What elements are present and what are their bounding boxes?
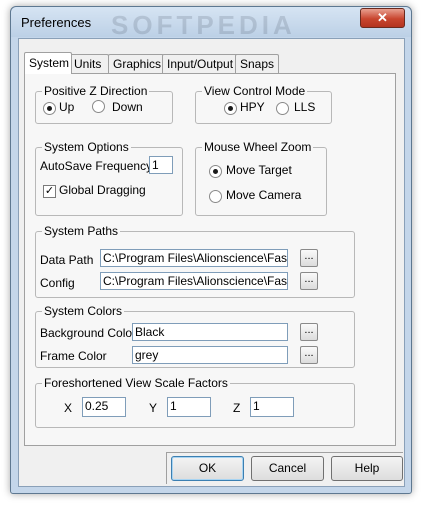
mouse-wheel-group: Mouse Wheel Zoom Move Target Move Camera xyxy=(195,140,327,216)
system-colors-group: System Colors Background Color Black ...… xyxy=(35,304,355,368)
z-up-label: Up xyxy=(59,100,75,114)
data-path-browse-button[interactable]: ... xyxy=(300,249,318,267)
tab-input-output[interactable]: Input/Output xyxy=(162,54,238,73)
dialog-client: System Units Graphics Input/Output Snaps… xyxy=(18,38,405,487)
autosave-label: AutoSave Frequency xyxy=(40,159,153,173)
move-target-radio[interactable] xyxy=(209,165,222,178)
help-button[interactable]: Help xyxy=(331,456,403,481)
system-paths-title: System Paths xyxy=(42,224,121,238)
close-icon: ✕ xyxy=(377,10,388,25)
system-tab-panel: Positive Z Direction Up Down View Contro… xyxy=(24,73,396,446)
config-browse-button[interactable]: ... xyxy=(300,272,318,290)
lls-label: LLS xyxy=(294,100,316,114)
system-options-title: System Options xyxy=(42,140,131,154)
cancel-button[interactable]: Cancel xyxy=(251,456,324,481)
move-camera-label: Move Camera xyxy=(226,188,302,202)
background-color-input[interactable]: Black xyxy=(132,323,288,341)
system-colors-title: System Colors xyxy=(42,304,125,318)
tab-system[interactable]: System xyxy=(24,52,72,74)
tab-units[interactable]: Units xyxy=(69,54,109,73)
view-control-group: View Control Mode HPY LLS xyxy=(195,84,332,124)
view-control-title: View Control Mode xyxy=(202,84,308,98)
watermark-text: SOFTPEDIA xyxy=(111,10,296,40)
tab-snaps[interactable]: Snaps xyxy=(235,54,279,73)
scale-y-input[interactable]: 1 xyxy=(167,397,211,417)
system-paths-group: System Paths Data Path C:\Program Files\… xyxy=(35,224,355,298)
scale-y-label: Y xyxy=(149,401,158,415)
hpy-radio[interactable] xyxy=(224,102,237,115)
global-dragging-label: Global Dragging xyxy=(59,183,146,197)
preferences-window: SOFTPEDIA Preferences ✕ System Units Gra… xyxy=(10,6,412,494)
move-camera-radio[interactable] xyxy=(209,190,222,203)
autosave-input[interactable]: 1 xyxy=(149,156,173,174)
frame-color-label: Frame Color xyxy=(40,349,107,363)
data-path-input[interactable]: C:\Program Files\Alionscience\FastShi xyxy=(100,249,288,267)
scale-x-input[interactable]: 0.25 xyxy=(82,397,126,417)
positive-z-group: Positive Z Direction Up Down xyxy=(35,84,173,124)
data-path-label: Data Path xyxy=(40,253,94,267)
scale-x-label: X xyxy=(64,401,73,415)
scale-z-input[interactable]: 1 xyxy=(250,397,294,417)
frame-color-browse-button[interactable]: ... xyxy=(300,346,318,364)
window-title: Preferences xyxy=(21,15,92,30)
global-dragging-checkbox[interactable]: ✓ xyxy=(43,185,56,198)
z-up-radio[interactable] xyxy=(43,102,56,115)
check-mark-icon: ✓ xyxy=(44,185,55,197)
hpy-label: HPY xyxy=(240,100,265,114)
positive-z-title: Positive Z Direction xyxy=(42,84,150,98)
scale-factors-group: Foreshortened View Scale Factors X 0.25 … xyxy=(35,376,355,428)
title-bar[interactable]: SOFTPEDIA Preferences ✕ xyxy=(11,7,411,40)
mouse-wheel-title: Mouse Wheel Zoom xyxy=(202,140,314,154)
background-color-label: Background Color xyxy=(40,326,137,340)
config-input[interactable]: C:\Program Files\Alionscience\FastShi xyxy=(100,272,288,290)
scale-factors-title: Foreshortened View Scale Factors xyxy=(42,376,230,390)
background-color-browse-button[interactable]: ... xyxy=(300,323,318,341)
tab-graphics[interactable]: Graphics xyxy=(108,54,164,73)
scale-z-label: Z xyxy=(233,401,241,415)
config-label: Config xyxy=(40,276,75,290)
lls-radio[interactable] xyxy=(276,102,289,115)
frame-color-input[interactable]: grey xyxy=(132,346,288,364)
ok-button[interactable]: OK xyxy=(171,456,244,481)
system-options-group: System Options AutoSave Frequency 1 ✓ Gl… xyxy=(35,140,183,216)
move-target-label: Move Target xyxy=(226,163,292,177)
close-button[interactable]: ✕ xyxy=(360,8,405,28)
z-down-label: Down xyxy=(112,100,143,114)
z-down-radio[interactable] xyxy=(92,100,105,113)
